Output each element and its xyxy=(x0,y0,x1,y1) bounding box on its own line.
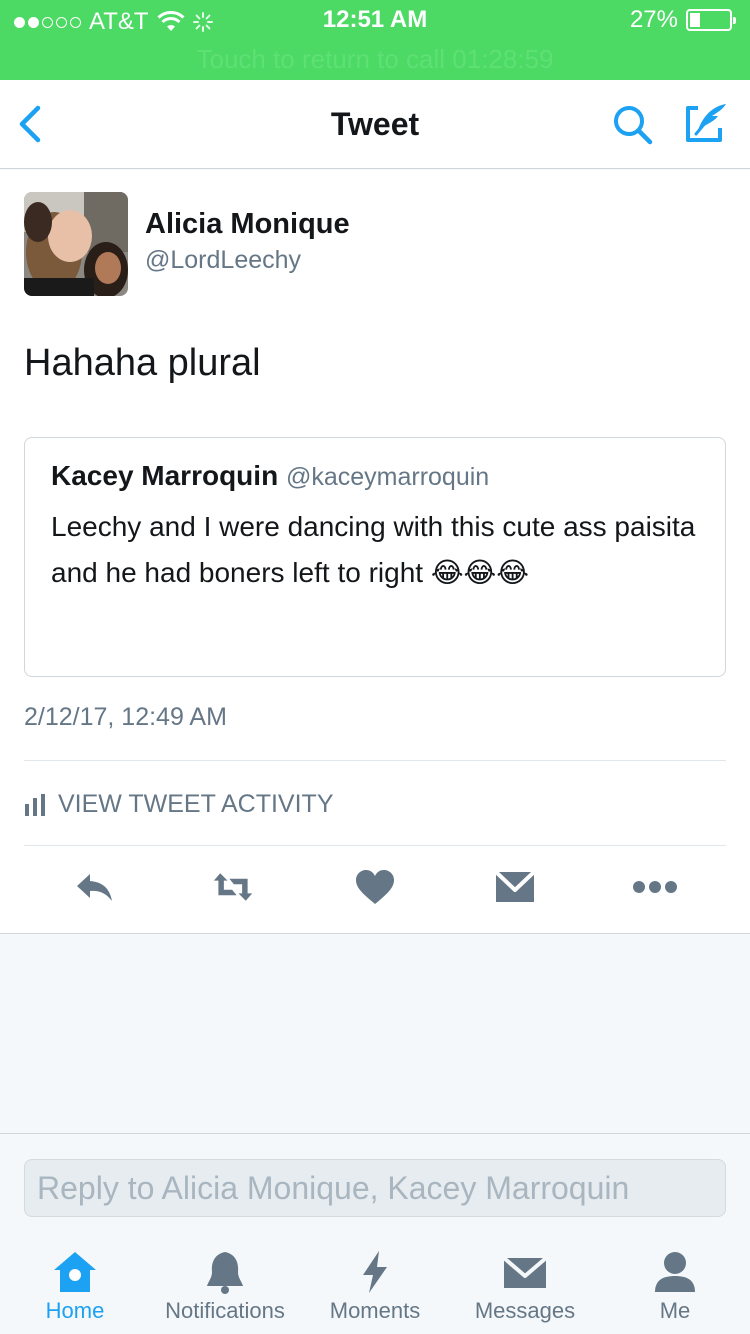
quoted-tweet-text: Leechy and I were dancing with this cute… xyxy=(51,511,696,588)
reply-icon[interactable] xyxy=(74,868,116,906)
tab-bar: Home Notifications Moments Messages Me xyxy=(0,1236,750,1334)
more-options-icon[interactable] xyxy=(632,868,678,906)
divider xyxy=(24,845,726,846)
reply-bar xyxy=(0,1133,750,1235)
tab-moments-label: Moments xyxy=(329,1298,421,1323)
status-bar: AT&T 12:51 AM 27% Touch to return to cal… xyxy=(0,0,750,80)
like-heart-icon[interactable] xyxy=(354,868,396,906)
tweet-text: Hahaha plural xyxy=(24,342,261,384)
quoted-tweet[interactable]: Kacey Marroquin @kaceymarroquin Leechy a… xyxy=(24,437,726,677)
nav-bar: Tweet xyxy=(0,80,750,169)
tweet-actions xyxy=(0,860,750,915)
direct-message-icon[interactable] xyxy=(494,868,536,906)
battery-info: 27% xyxy=(629,6,736,34)
search-icon[interactable] xyxy=(610,102,656,148)
tab-home-label: Home xyxy=(45,1298,105,1323)
tab-messages[interactable]: Messages xyxy=(450,1250,600,1332)
divider xyxy=(24,760,726,761)
quoted-author-handle: @kaceymarroquin xyxy=(285,463,490,491)
tab-me-label: Me xyxy=(659,1298,691,1323)
return-to-call-banner[interactable]: Touch to return to call 01:28:59 xyxy=(0,44,750,75)
view-tweet-activity-label: VIEW TWEET ACTIVITY xyxy=(58,790,334,818)
tweet-timestamp: 2/12/17, 12:49 AM xyxy=(24,703,227,731)
author-name[interactable]: Alicia Monique xyxy=(145,208,350,241)
tab-messages-label: Messages xyxy=(474,1298,576,1323)
tab-notifications[interactable]: Notifications xyxy=(150,1250,300,1332)
retweet-icon[interactable] xyxy=(212,868,254,906)
tab-notifications-label: Notifications xyxy=(165,1298,285,1323)
lightning-icon xyxy=(363,1251,387,1293)
quoted-tweet-header: Kacey Marroquin @kaceymarroquin xyxy=(51,460,489,492)
home-icon xyxy=(54,1252,96,1292)
battery-icon xyxy=(686,9,736,31)
view-tweet-activity-link[interactable]: VIEW TWEET ACTIVITY xyxy=(24,790,334,819)
reply-input[interactable] xyxy=(24,1159,726,1217)
tab-me[interactable]: Me xyxy=(600,1250,750,1332)
battery-percent: 27% xyxy=(629,6,678,33)
bar-chart-icon xyxy=(25,793,45,816)
tab-moments[interactable]: Moments xyxy=(300,1250,450,1332)
person-icon xyxy=(655,1252,695,1292)
tweet-detail: Alicia Monique @LordLeechy Hahaha plural… xyxy=(0,170,750,934)
author-handle[interactable]: @LordLeechy xyxy=(145,246,301,275)
tab-home[interactable]: Home xyxy=(0,1250,150,1332)
compose-tweet-icon[interactable] xyxy=(684,100,730,146)
avatar[interactable] xyxy=(24,192,128,296)
quoted-author-name: Kacey Marroquin xyxy=(51,460,279,491)
bell-icon xyxy=(207,1252,243,1294)
envelope-icon xyxy=(502,1256,548,1288)
